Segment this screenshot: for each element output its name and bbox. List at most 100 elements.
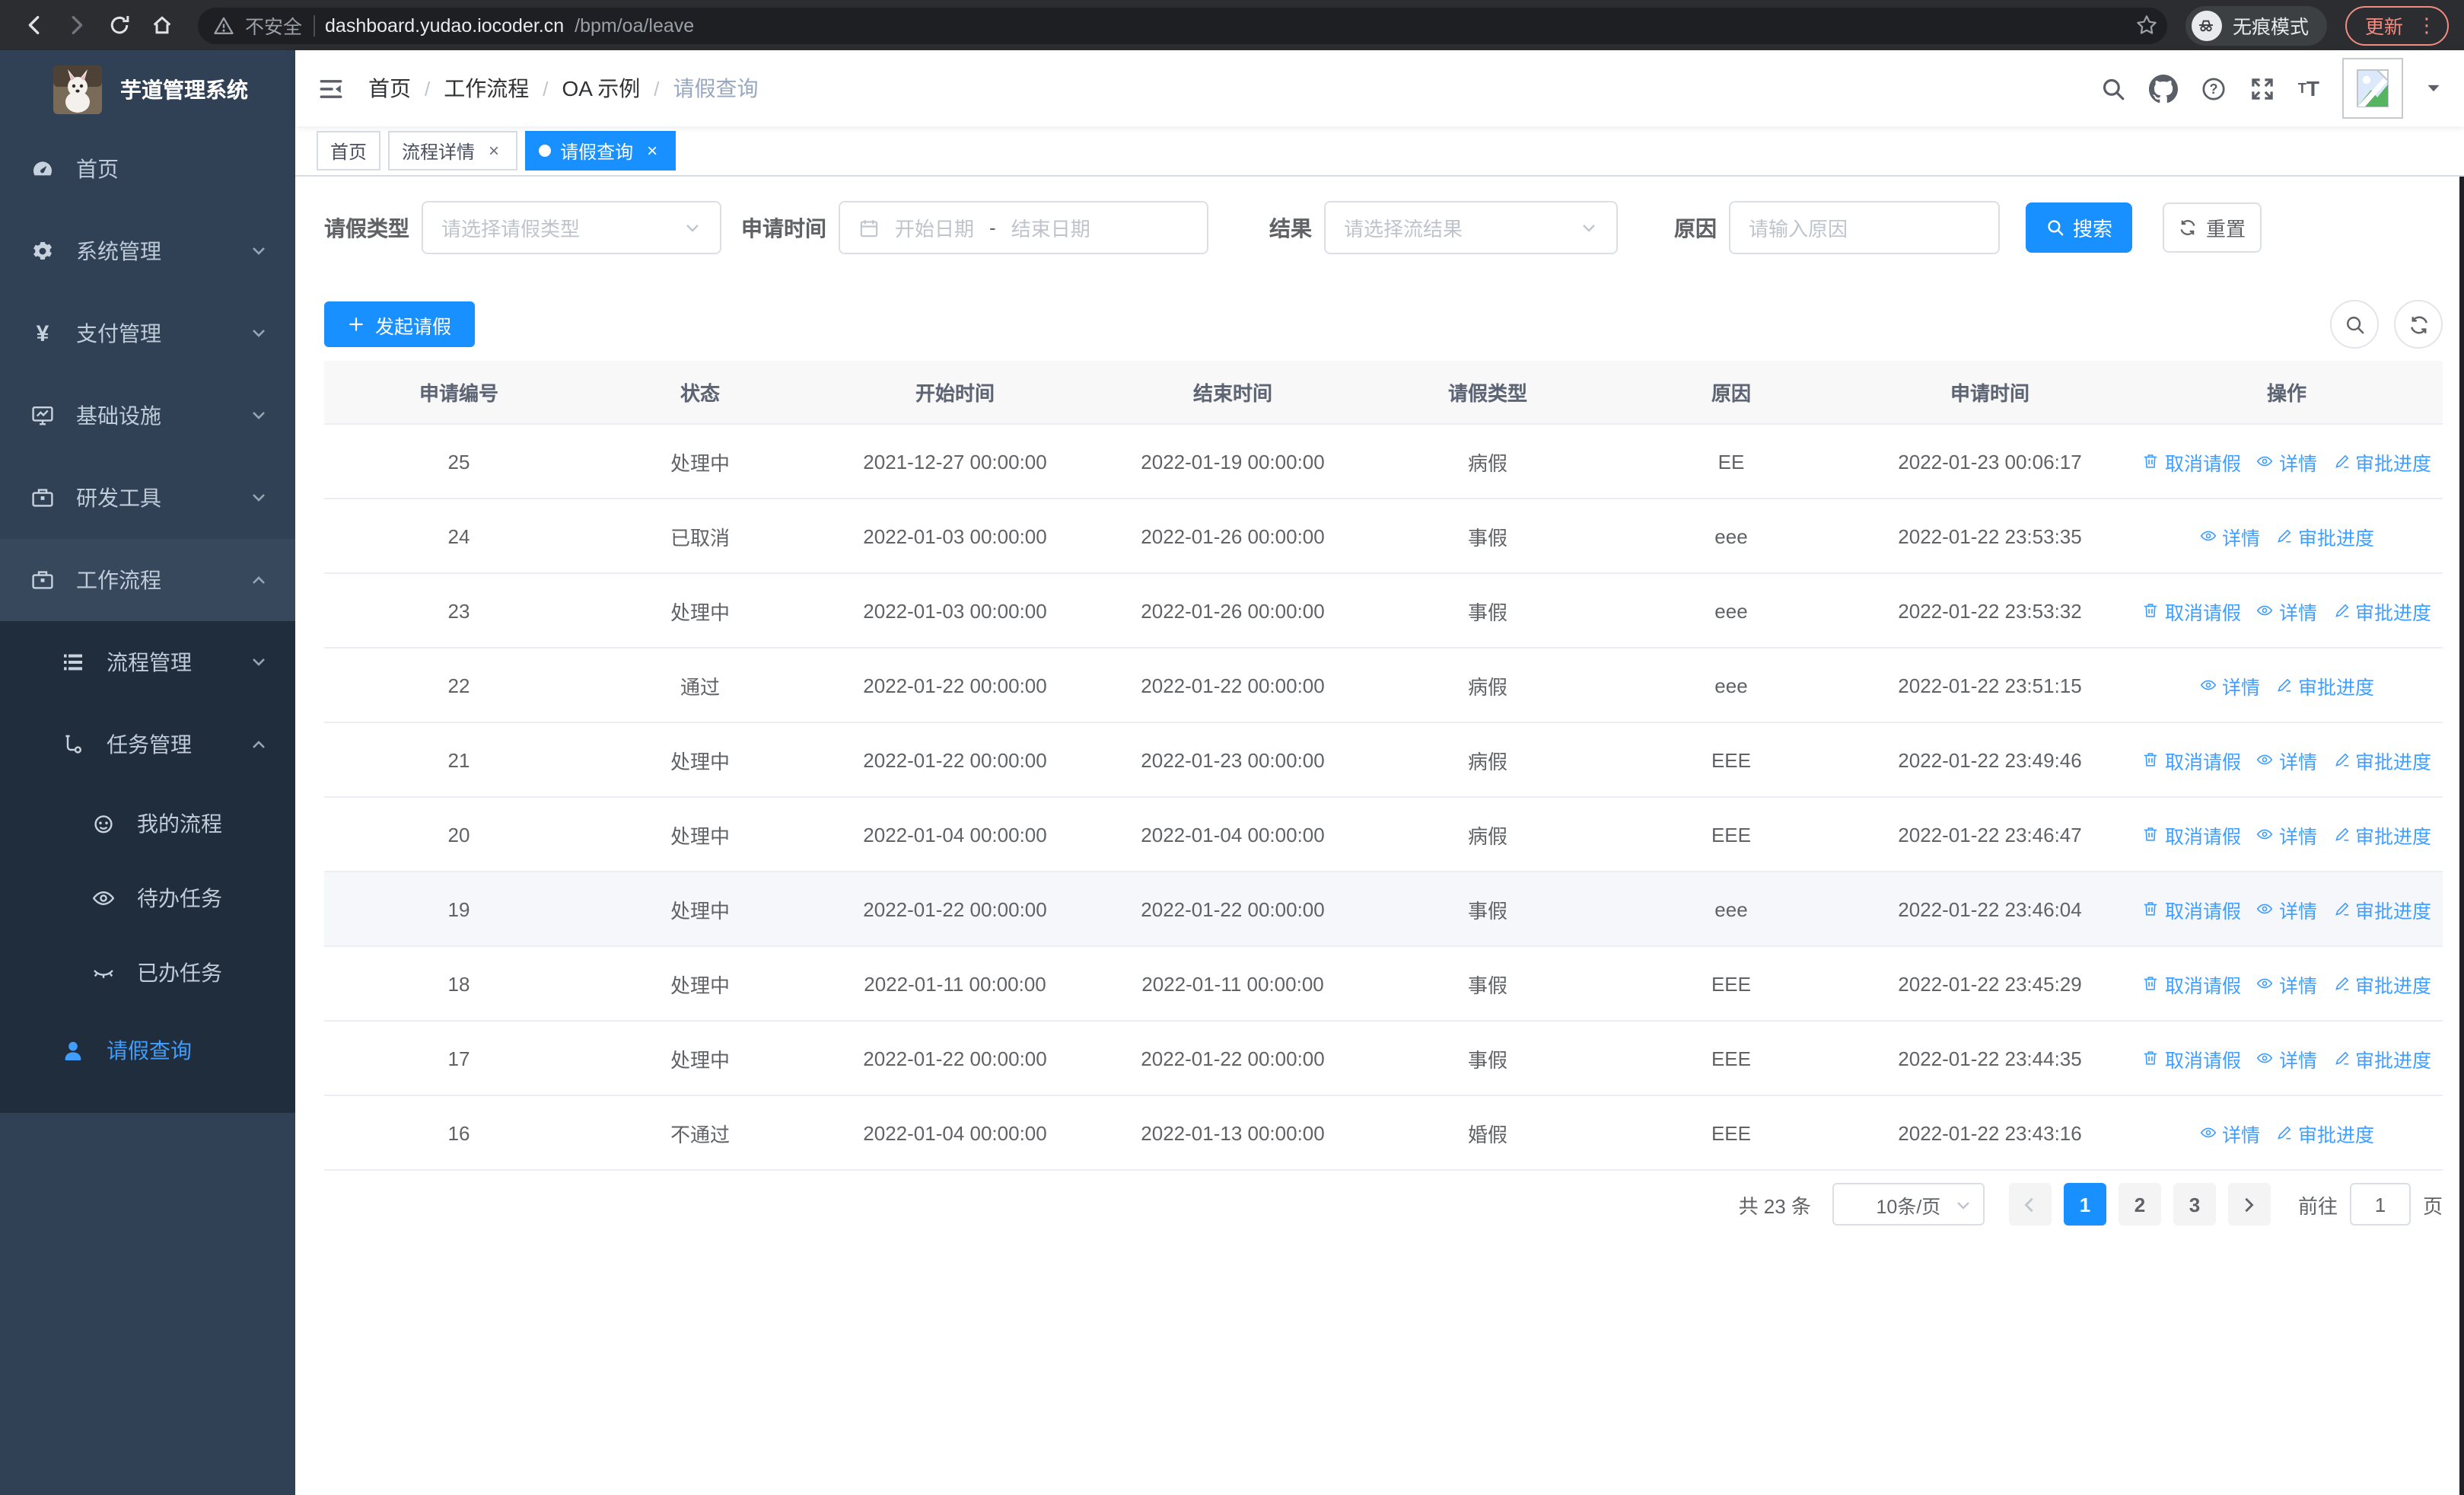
refresh-table-button[interactable]	[2394, 300, 2443, 349]
cell-apply-time: 2022-01-22 23:46:47	[1898, 823, 2082, 846]
detail-link[interactable]: 详情	[2256, 596, 2317, 625]
reset-button[interactable]: 重置	[2163, 202, 2262, 253]
close-icon[interactable]: ×	[484, 141, 504, 161]
list-icon	[61, 650, 85, 674]
sidebar-item-workflow[interactable]: 工作流程	[0, 539, 295, 621]
show-search-toggle-button[interactable]	[2330, 300, 2379, 349]
approval-progress-link[interactable]: 审批进度	[2332, 969, 2431, 998]
cancel-leave-link[interactable]: 取消请假	[2142, 596, 2241, 625]
trash-icon	[2144, 753, 2158, 767]
approval-progress-link[interactable]: 审批进度	[2332, 820, 2431, 849]
back-icon[interactable]	[15, 7, 52, 43]
page-size-select[interactable]: 10条/页	[1832, 1183, 1985, 1226]
font-size-icon[interactable]: TT	[2298, 78, 2319, 99]
cancel-leave-link[interactable]: 取消请假	[2142, 894, 2241, 923]
page-button-2[interactable]: 2	[2118, 1183, 2161, 1226]
table-row: 23 处理中 2022-01-03 00:00:00 2022-01-26 00…	[324, 574, 2443, 649]
approval-progress-link[interactable]: 审批进度	[2275, 521, 2374, 550]
help-icon[interactable]: ?	[2201, 75, 2227, 101]
cancel-leave-link[interactable]: 取消请假	[2142, 820, 2241, 849]
total-count-label: 共 23 条	[1738, 1194, 1811, 1217]
sidebar-item-todo-tasks[interactable]: 待办任务	[0, 860, 295, 935]
cancel-leave-link[interactable]: 取消请假	[2142, 1044, 2241, 1073]
app-logo-row[interactable]: 芋道管理系统	[0, 50, 295, 128]
avatar[interactable]	[2342, 58, 2403, 119]
goto-page-input[interactable]	[2349, 1183, 2411, 1226]
cell-reason: EEE	[1711, 1121, 1751, 1144]
tab-leave-query[interactable]: 请假查询 ×	[525, 131, 676, 171]
create-leave-button[interactable]: 发起请假	[324, 301, 475, 347]
sidebar-item-dev-tools[interactable]: 研发工具	[0, 457, 295, 539]
breadcrumb-item[interactable]: 首页	[368, 73, 411, 104]
detail-link[interactable]: 详情	[2256, 745, 2317, 774]
breadcrumb-item: 工作流程	[444, 76, 530, 100]
security-warning-icon[interactable]	[213, 14, 234, 36]
approval-progress-link[interactable]: 审批进度	[2275, 1118, 2374, 1147]
cell-id: 19	[447, 897, 470, 920]
reason-label: 原因	[1674, 215, 1717, 240]
detail-link[interactable]: 详情	[2256, 894, 2317, 923]
detail-link[interactable]: 详情	[2256, 447, 2317, 476]
bookmark-star-icon[interactable]	[2135, 14, 2158, 37]
page-scrollbar[interactable]	[2459, 177, 2464, 1495]
detail-link[interactable]: 详情	[2199, 1118, 2260, 1147]
reload-icon[interactable]	[100, 7, 137, 43]
reason-input[interactable]: 请输入原因	[1729, 201, 2000, 254]
browser-menu-icon[interactable]: ⋮	[2417, 15, 2437, 35]
forward-icon[interactable]	[58, 7, 94, 43]
sidebar-item-payment[interactable]: ¥ 支付管理	[0, 292, 295, 375]
sidebar-item-my-process[interactable]: 我的流程	[0, 786, 295, 860]
pen-icon	[2335, 977, 2348, 990]
update-button[interactable]: 更新 ⋮	[2345, 5, 2449, 45]
result-select[interactable]: 请选择流结果	[1324, 201, 1618, 254]
prev-page-button[interactable]	[2008, 1183, 2052, 1226]
column-header: 开始时间	[915, 382, 995, 405]
search-icon[interactable]	[2100, 75, 2126, 101]
approval-progress-link[interactable]: 审批进度	[2332, 1044, 2431, 1073]
leave-type-select[interactable]: 请选择请假类型	[422, 201, 721, 254]
sidebar-collapse-icon[interactable]	[318, 75, 344, 101]
cancel-leave-link[interactable]: 取消请假	[2142, 969, 2241, 998]
detail-link[interactable]: 详情	[2256, 969, 2317, 998]
sidebar-item-task-management[interactable]: 任务管理	[0, 703, 295, 786]
approval-progress-link[interactable]: 审批进度	[2275, 671, 2374, 700]
detail-link[interactable]: 详情	[2199, 671, 2260, 700]
page-button-3[interactable]: 3	[2173, 1183, 2216, 1226]
approval-progress-link[interactable]: 审批进度	[2332, 745, 2431, 774]
search-button[interactable]: 搜索	[2026, 202, 2132, 253]
apply-time-range-picker[interactable]: 开始日期 - 结束日期	[839, 201, 1208, 254]
home-icon[interactable]	[143, 7, 180, 43]
close-icon[interactable]: ×	[642, 141, 662, 161]
caret-down-icon[interactable]	[2426, 81, 2441, 96]
approval-progress-link[interactable]: 审批进度	[2332, 447, 2431, 476]
tab-process-detail[interactable]: 流程详情 ×	[388, 131, 518, 171]
sidebar-submenu-workflow: 流程管理 任务管理 我的流程 待办任务 已办任务 请假查询	[0, 621, 295, 1113]
cancel-leave-link[interactable]: 取消请假	[2142, 447, 2241, 476]
fullscreen-icon[interactable]	[2249, 75, 2275, 101]
sidebar-item-system[interactable]: 系统管理	[0, 210, 295, 292]
sidebar-item-process-management[interactable]: 流程管理	[0, 621, 295, 703]
github-icon[interactable]	[2148, 74, 2178, 103]
approval-progress-link[interactable]: 审批进度	[2332, 596, 2431, 625]
address-bar[interactable]: 不安全 dashboard.yudao.iocoder.cn/bpm/oa/le…	[198, 7, 2167, 43]
app-logo-image	[53, 65, 102, 113]
table-toolbar: 发起请假	[324, 300, 2443, 349]
cell-start-time: 2022-01-22 00:00:00	[863, 1047, 1047, 1069]
chevron-down-icon	[250, 324, 268, 343]
cell-reason: EEE	[1711, 823, 1751, 846]
page-button-1[interactable]: 1	[2063, 1183, 2106, 1226]
cell-apply-time: 2022-01-23 00:06:17	[1898, 450, 2082, 473]
chevron-down-icon	[250, 489, 268, 507]
tab-home[interactable]: 首页	[317, 131, 381, 171]
sidebar-item-infrastructure[interactable]: 基础设施	[0, 375, 295, 457]
sidebar-item-done-tasks[interactable]: 已办任务	[0, 935, 295, 1009]
detail-link[interactable]: 详情	[2199, 521, 2260, 550]
detail-link[interactable]: 详情	[2256, 1044, 2317, 1073]
sidebar-item-home[interactable]: 首页	[0, 128, 295, 210]
next-page-button[interactable]	[2227, 1183, 2271, 1226]
leave-table: 申请编号 状态 开始时间 结束时间 请假类型 原因 申请时间 操作 25 处理中…	[324, 361, 2443, 1171]
cancel-leave-link[interactable]: 取消请假	[2142, 745, 2241, 774]
approval-progress-link[interactable]: 审批进度	[2332, 894, 2431, 923]
sidebar-item-leave-query[interactable]: 请假查询	[0, 1009, 295, 1092]
detail-link[interactable]: 详情	[2256, 820, 2317, 849]
